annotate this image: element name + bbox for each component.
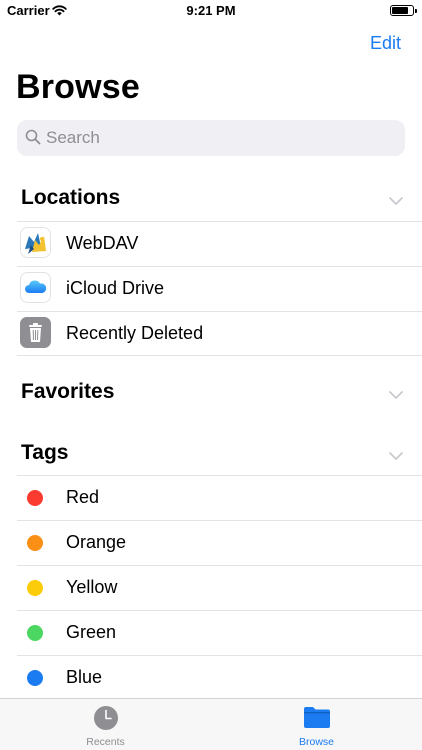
row-divider — [17, 520, 422, 521]
search-input[interactable] — [46, 120, 386, 156]
trash-icon — [20, 317, 51, 348]
tag-item-red[interactable]: Red — [0, 475, 422, 520]
search-bar[interactable] — [17, 120, 405, 156]
battery-level — [392, 7, 408, 14]
tab-bar: Recents Browse — [0, 698, 422, 750]
clock-time: 9:21 PM — [186, 3, 236, 18]
edit-button[interactable]: Edit — [370, 33, 401, 54]
tag-item-label: Blue — [66, 667, 103, 687]
location-item-label: WebDAV — [66, 233, 139, 253]
icloud-drive-icon — [20, 272, 51, 303]
tag-item-label: Yellow — [66, 577, 118, 597]
tab-recents[interactable]: Recents — [0, 699, 211, 750]
row-divider — [17, 655, 422, 656]
location-item-webdav[interactable]: WebDAV — [0, 221, 422, 266]
webdav-icon — [20, 227, 51, 258]
tag-item-green[interactable]: Green — [0, 610, 422, 655]
row-divider — [17, 610, 422, 611]
tag-item-orange[interactable]: Orange — [0, 520, 422, 565]
location-item-recently-deleted[interactable]: Recently Deleted — [0, 311, 422, 356]
tab-label: Browse — [298, 736, 334, 748]
tag-color-dot — [27, 670, 43, 686]
location-item-label: Recently Deleted — [66, 323, 204, 343]
row-divider — [17, 266, 422, 267]
section-title-tags: Tags — [21, 441, 69, 464]
folder-icon — [303, 705, 331, 734]
status-bar: Carrier 9:21 PM — [0, 0, 422, 22]
battery-icon — [390, 5, 417, 16]
location-item-icloud-drive[interactable]: iCloud Drive — [0, 266, 422, 311]
tab-browse[interactable]: Browse — [211, 699, 422, 750]
tag-item-label: Orange — [66, 532, 127, 552]
row-divider — [17, 311, 422, 312]
tag-item-label: Green — [66, 622, 117, 642]
chevron-down-icon[interactable] — [389, 386, 403, 404]
tag-color-dot — [27, 535, 43, 551]
tags-section-header[interactable]: Tags — [0, 433, 422, 473]
row-divider — [17, 221, 422, 222]
tag-color-dot — [27, 580, 43, 596]
section-title-locations: Locations — [21, 186, 121, 209]
tag-item-blue[interactable]: Blue — [0, 655, 422, 700]
tag-color-dot — [27, 625, 43, 641]
locations-section-header[interactable]: Locations — [0, 178, 422, 218]
files-browse-screen: Carrier 9:21 PM Edit Browse Locations — [0, 0, 422, 750]
tag-color-dot — [27, 490, 43, 506]
row-divider — [17, 355, 422, 356]
row-divider — [17, 565, 422, 566]
row-divider — [17, 475, 422, 476]
section-title-favorites: Favorites — [21, 380, 115, 403]
location-item-label: iCloud Drive — [66, 278, 165, 298]
page-title: Browse — [16, 68, 141, 106]
favorites-section-header[interactable]: Favorites — [0, 372, 422, 412]
tag-item-label: Red — [66, 487, 100, 507]
search-icon — [25, 129, 41, 150]
tab-label: Recents — [86, 736, 125, 748]
chevron-down-icon[interactable] — [389, 192, 403, 210]
tag-item-yellow[interactable]: Yellow — [0, 565, 422, 610]
clock-icon — [93, 705, 119, 736]
chevron-down-icon[interactable] — [389, 447, 403, 465]
